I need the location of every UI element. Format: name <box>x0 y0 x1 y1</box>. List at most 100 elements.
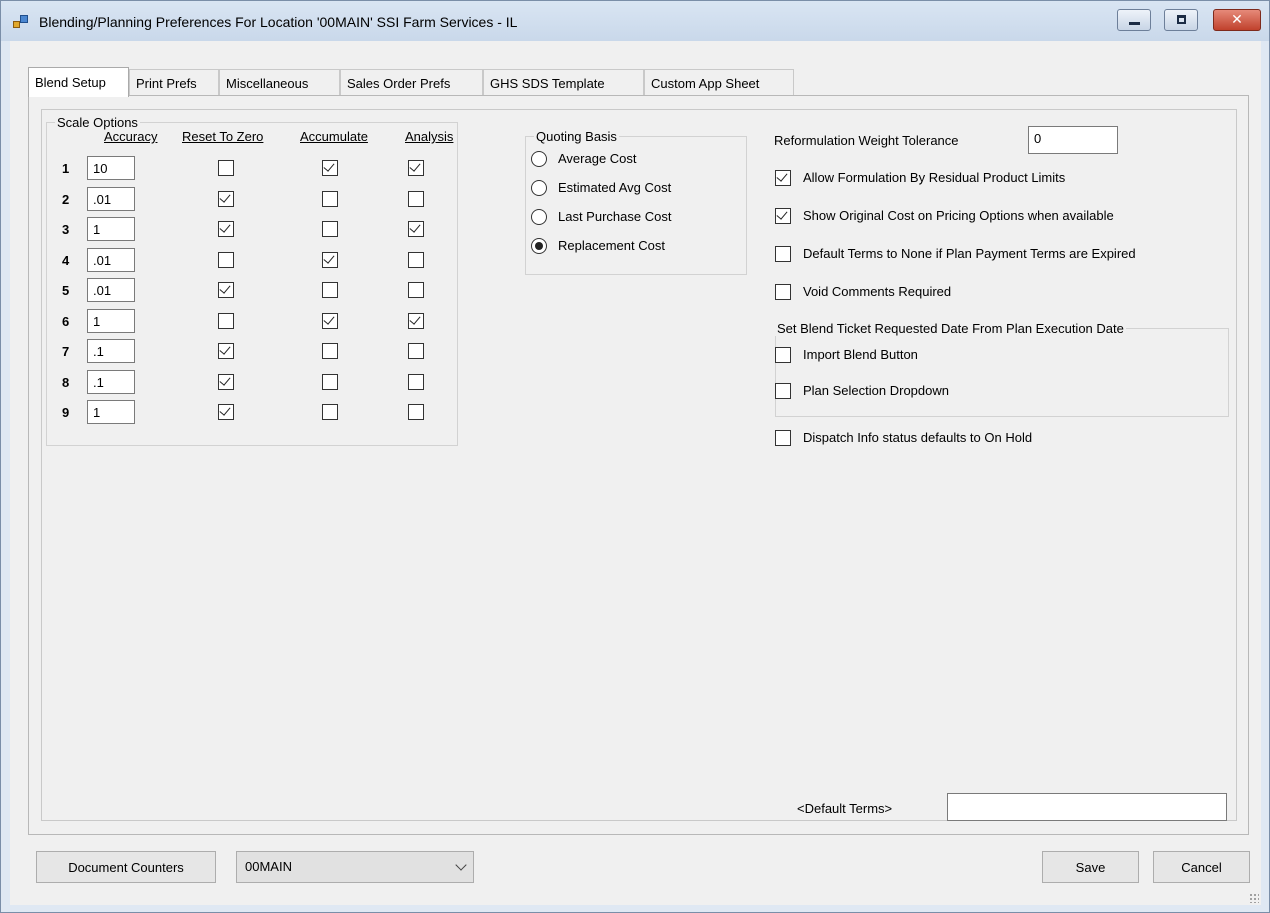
accuracy-input[interactable]: 1 <box>87 217 135 241</box>
accumulate-checkbox[interactable] <box>322 160 338 176</box>
checkmark-icon <box>219 373 231 386</box>
accumulate-checkbox[interactable] <box>322 404 338 420</box>
tab-ghs-sds-template[interactable]: GHS SDS Template <box>483 69 644 95</box>
analysis-checkbox[interactable] <box>408 251 424 268</box>
checkmark-icon <box>219 343 231 355</box>
quoting-basis-legend: Quoting Basis <box>534 129 619 144</box>
quoting-option-label: Average Cost <box>558 151 637 166</box>
row-number: 2 <box>62 191 70 207</box>
checkmark-icon <box>323 251 335 264</box>
reset-to-zero-checkbox[interactable] <box>218 190 234 207</box>
plan-selection-dropdown-checkbox[interactable] <box>775 383 791 399</box>
blend-ticket-date-group: Set Blend Ticket Requested Date From Pla… <box>775 321 1229 417</box>
tab-custom-app-sheet[interactable]: Custom App Sheet <box>644 69 794 95</box>
accumulate-checkbox[interactable] <box>322 343 338 359</box>
analysis-checkbox[interactable] <box>408 221 424 237</box>
analysis-checkbox[interactable] <box>408 160 424 176</box>
checkmark-icon <box>219 282 231 294</box>
checkmark-icon <box>776 170 788 182</box>
reset-to-zero-checkbox[interactable] <box>218 404 234 420</box>
row-number: 3 <box>62 222 70 237</box>
maximize-icon <box>1177 15 1186 24</box>
option-checkbox[interactable] <box>775 284 791 300</box>
quoting-option-label: Estimated Avg Cost <box>558 180 672 195</box>
reset-to-zero-checkbox[interactable] <box>218 221 234 237</box>
accumulate-checkbox[interactable] <box>322 190 338 207</box>
minimize-button[interactable] <box>1117 9 1151 31</box>
blend-setup-content: Scale Options Accuracy Reset To Zero Acc… <box>41 109 1237 821</box>
accumulate-header: Accumulate <box>300 129 368 144</box>
tab-blend-setup[interactable]: Blend Setup <box>28 67 129 97</box>
analysis-checkbox[interactable] <box>408 373 424 390</box>
resize-grip[interactable] <box>1249 893 1259 903</box>
quoting-option-label: Replacement Cost <box>558 238 665 253</box>
reset-to-zero-header: Reset To Zero <box>182 129 264 144</box>
accumulate-checkbox[interactable] <box>322 312 338 329</box>
option-label: Allow Formulation By Residual Product Li… <box>803 170 1066 185</box>
analysis-checkbox[interactable] <box>408 282 424 298</box>
reset-to-zero-checkbox[interactable] <box>218 312 234 329</box>
save-button[interactable]: Save <box>1042 851 1139 883</box>
accuracy-input[interactable]: 1 <box>87 400 135 424</box>
dispatch-on-hold-checkbox[interactable] <box>775 430 791 446</box>
row-number: 4 <box>62 252 70 268</box>
analysis-checkbox[interactable] <box>408 404 424 420</box>
row-number: 1 <box>62 161 70 176</box>
cancel-button[interactable]: Cancel <box>1153 851 1250 883</box>
reformulation-label: Reformulation Weight Tolerance <box>774 133 959 148</box>
quoting-radio[interactable] <box>531 209 547 225</box>
reformulation-tolerance-input[interactable]: 0 <box>1028 126 1118 154</box>
location-dropdown-value: 00MAIN <box>245 859 292 874</box>
preferences-window: Blending/Planning Preferences For Locati… <box>0 0 1270 913</box>
tab-sales-order-prefs[interactable]: Sales Order Prefs <box>340 69 483 95</box>
plan-selection-dropdown-label: Plan Selection Dropdown <box>803 383 949 398</box>
option-checkbox[interactable] <box>775 246 791 262</box>
accuracy-input[interactable]: .01 <box>87 247 135 272</box>
accuracy-input[interactable]: .1 <box>87 339 135 363</box>
accuracy-input[interactable]: 1 <box>87 308 135 333</box>
accumulate-checkbox[interactable] <box>322 221 338 237</box>
accuracy-input[interactable]: .01 <box>87 278 135 302</box>
checkmark-icon <box>219 404 231 416</box>
reset-to-zero-checkbox[interactable] <box>218 343 234 359</box>
checkmark-icon <box>323 312 335 325</box>
analysis-header: Analysis <box>405 129 454 144</box>
default-terms-input[interactable] <box>947 793 1227 821</box>
option-checkbox[interactable] <box>775 170 791 186</box>
import-blend-button-checkbox[interactable] <box>775 347 791 363</box>
accuracy-input[interactable]: .01 <box>87 186 135 211</box>
radio-selected-dot <box>535 242 543 250</box>
quoting-basis-group: Quoting Basis Average Cost Estimated Avg … <box>525 129 747 275</box>
accuracy-input[interactable]: 10 <box>87 156 135 180</box>
analysis-checkbox[interactable] <box>408 190 424 207</box>
accuracy-input[interactable]: .1 <box>87 369 135 394</box>
checkmark-icon <box>409 221 421 233</box>
checkmark-icon <box>219 221 231 233</box>
title-bar[interactable]: Blending/Planning Preferences For Locati… <box>1 1 1269 41</box>
reset-to-zero-checkbox[interactable] <box>218 251 234 268</box>
tab-miscellaneous[interactable]: Miscellaneous <box>219 69 340 95</box>
accumulate-checkbox[interactable] <box>322 251 338 268</box>
checkmark-icon <box>776 208 788 220</box>
option-checkbox[interactable] <box>775 208 791 224</box>
accumulate-checkbox[interactable] <box>322 373 338 390</box>
quoting-radio[interactable] <box>531 238 547 254</box>
reset-to-zero-checkbox[interactable] <box>218 160 234 176</box>
accumulate-checkbox[interactable] <box>322 282 338 298</box>
chevron-down-icon <box>455 859 467 871</box>
location-dropdown[interactable]: 00MAIN <box>236 851 474 883</box>
close-icon: ✕ <box>1231 11 1243 27</box>
maximize-button[interactable] <box>1164 9 1198 31</box>
reset-to-zero-checkbox[interactable] <box>218 373 234 390</box>
close-button[interactable]: ✕ <box>1213 9 1261 31</box>
reset-to-zero-checkbox[interactable] <box>218 282 234 298</box>
analysis-checkbox[interactable] <box>408 312 424 329</box>
document-counters-button[interactable]: Document Counters <box>36 851 216 883</box>
quoting-radio[interactable] <box>531 151 547 167</box>
blend-setup-panel: Scale Options Accuracy Reset To Zero Acc… <box>28 95 1249 835</box>
quoting-radio[interactable] <box>531 180 547 196</box>
tab-print-prefs[interactable]: Print Prefs <box>129 69 219 95</box>
analysis-checkbox[interactable] <box>408 343 424 359</box>
row-number: 8 <box>62 374 70 390</box>
app-icon <box>13 15 29 29</box>
